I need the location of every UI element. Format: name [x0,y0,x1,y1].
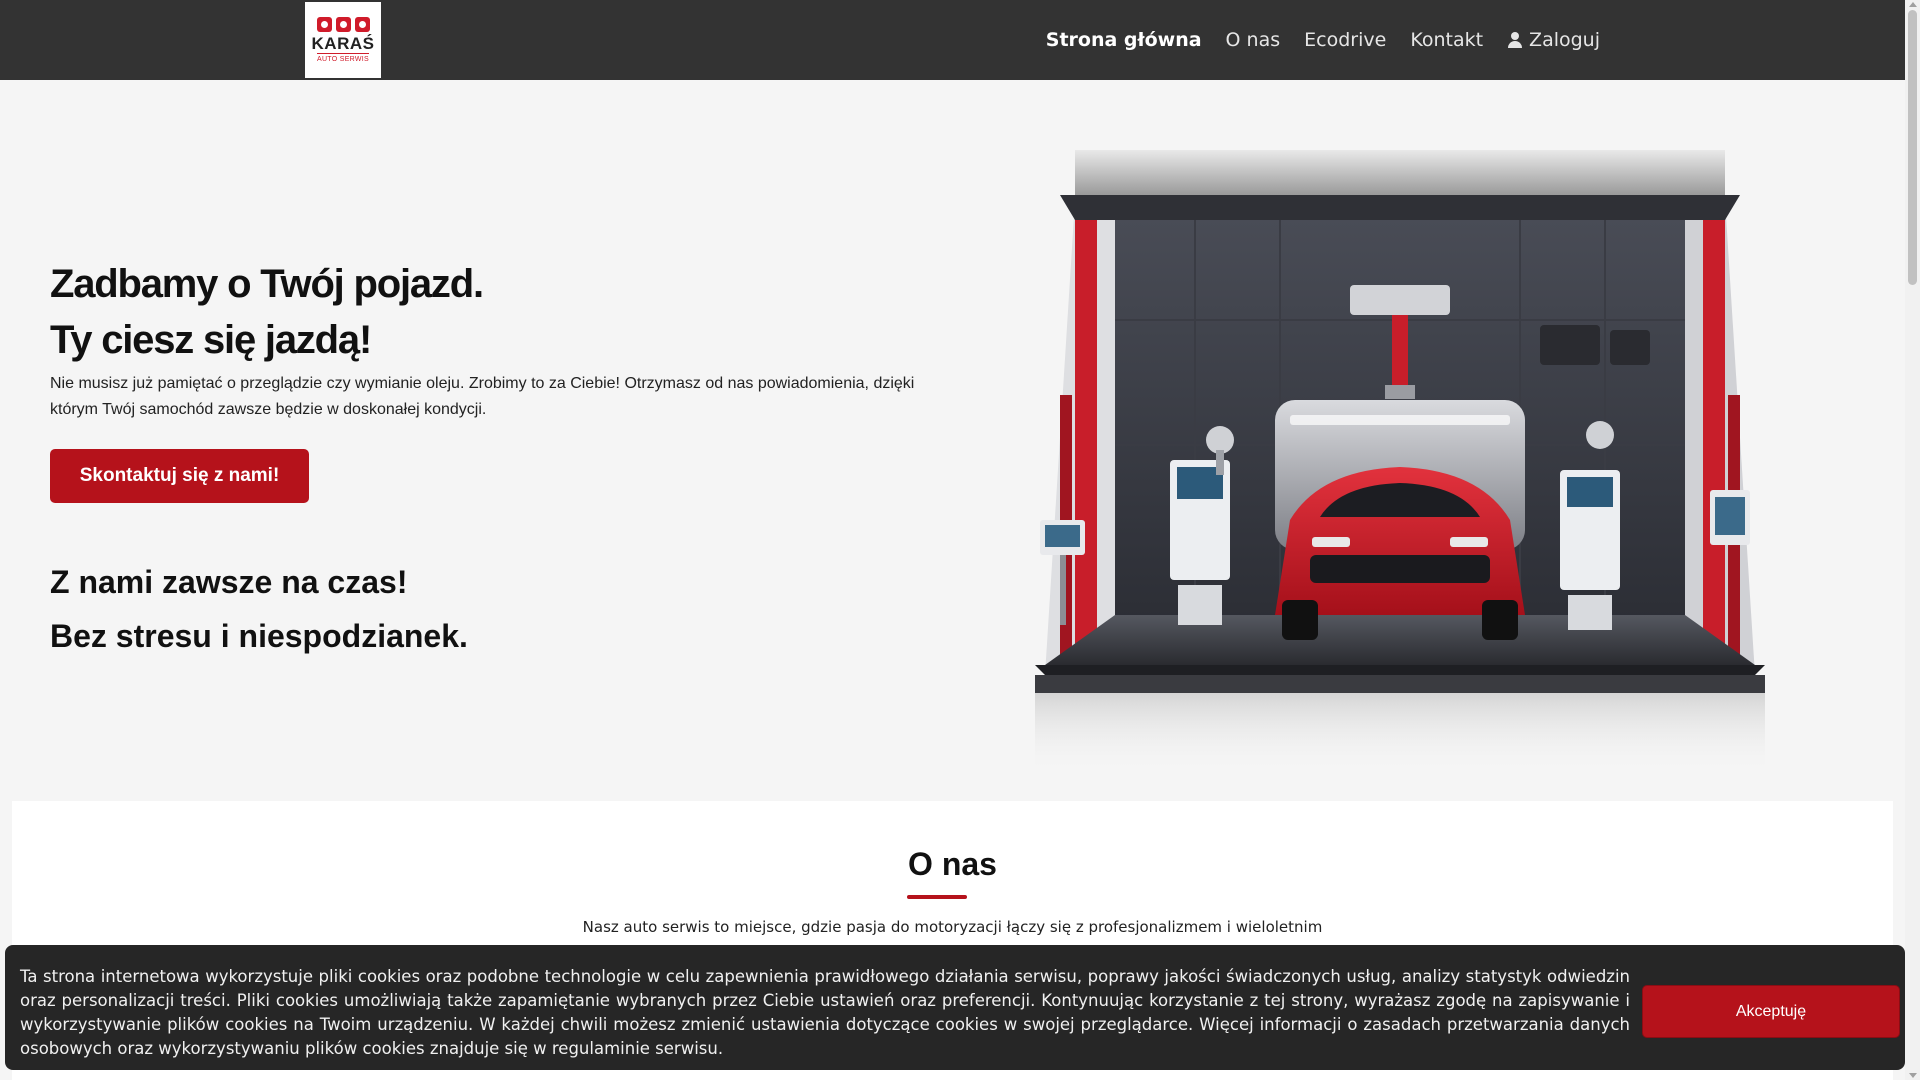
hero-description: Nie musisz już pamiętać o przeglądzie cz… [50,375,915,418]
nav-item-login[interactable]: Zaloguj [1507,29,1600,51]
gear-icon [354,16,370,32]
scroll-down-arrow-icon[interactable] [1909,1073,1917,1078]
car-icon [316,16,332,32]
logo[interactable]: KARAŚ AUTO SERWIS [305,2,381,78]
login-label: Zaloguj [1529,29,1600,51]
wrench-icon [335,16,351,32]
hero-headline-line1: Zadbamy o Twój pojazd. [50,262,484,306]
user-icon [1507,31,1523,49]
nav-item-home[interactable]: Strona główna [1046,29,1202,51]
main-nav: Strona główna O nas Ecodrive Kontakt Zal… [1022,0,1600,80]
logo-subtitle: AUTO SERWIS [316,52,370,64]
scroll-thumb[interactable] [1908,10,1917,285]
nav-item-contact[interactable]: Kontakt [1410,29,1483,51]
hero-headline-line2: Ty ciesz się jazdą! [50,318,372,362]
hero-subheadline: Z nami zawsze na czas! Bez stresu i nies… [50,555,468,663]
garage-illustration [1035,150,1765,773]
hero-subheadline-line2: Bez stresu i niespodzianek. [50,618,468,654]
hero-subheadline-line1: Z nami zawsze na czas! [50,564,408,600]
logo-icons [316,16,370,32]
hero-headline: Zadbamy o Twój pojazd. Ty ciesz się jazd… [50,256,484,368]
about-text: Nasz auto serwis to miejsce, gdzie pasja… [582,918,1323,936]
logo-name: KARAŚ [311,33,375,53]
contact-cta-button[interactable]: Skontaktuj się z nami! [50,449,309,503]
nav-item-about[interactable]: O nas [1226,29,1281,51]
scrollbar[interactable] [1905,0,1920,1080]
cookie-banner: Ta strona internetowa wykorzystuje pliki… [5,945,1905,1070]
scroll-up-arrow-icon[interactable] [1909,2,1917,7]
about-title-underline [907,895,967,899]
accept-cookies-button[interactable]: Akceptuję [1642,985,1900,1038]
nav-item-ecodrive[interactable]: Ecodrive [1304,29,1386,51]
cookie-text: Ta strona internetowa wykorzystuje pliki… [20,967,1630,1058]
navbar: KARAŚ AUTO SERWIS Strona główna O nas Ec… [0,0,1905,80]
about-title: O nas [908,846,997,882]
